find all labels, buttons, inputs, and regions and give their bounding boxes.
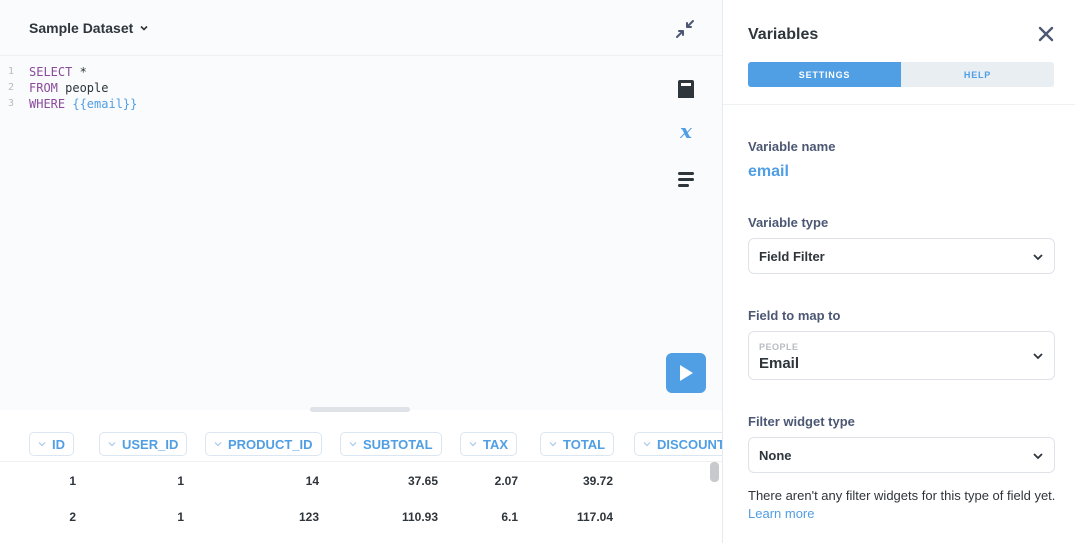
help-message: There aren't any filter widgets for this… xyxy=(748,488,1056,503)
editor-topbar: Sample Dataset xyxy=(0,0,722,56)
widget-type-label: Filter widget type xyxy=(748,414,855,429)
variable-type-label: Variable type xyxy=(748,215,829,230)
sql-variable: {{email}} xyxy=(72,97,138,111)
chevron-down-icon xyxy=(214,442,222,447)
table-cell: 1 xyxy=(69,474,76,488)
field-name-value: Email xyxy=(759,355,800,372)
code-line: 3 WHERE {{email}} xyxy=(0,96,137,112)
column-header[interactable]: DISCOUNT xyxy=(634,432,722,456)
column-label: USER_ID xyxy=(122,436,179,452)
column-label: PRODUCT_ID xyxy=(228,436,313,452)
column-header[interactable]: TAX xyxy=(460,432,518,456)
learn-more-link[interactable]: Learn more xyxy=(748,506,814,521)
query-editor-pane: Sample Dataset 1 SELECT * 2 FROM people xyxy=(0,0,722,543)
chevron-down-icon xyxy=(643,442,651,447)
column-header[interactable]: TOTAL xyxy=(540,432,615,456)
column-header[interactable]: PRODUCT_ID xyxy=(205,432,322,456)
tab-settings[interactable]: SETTINGS xyxy=(748,62,901,87)
table-cell: 37.65 xyxy=(407,474,438,488)
sql-text: * xyxy=(72,65,87,79)
table-cell: 2.07 xyxy=(494,474,518,488)
chevron-down-icon xyxy=(1033,254,1043,261)
table-cell: 123 xyxy=(298,510,319,524)
field-map-label: Field to map to xyxy=(748,308,841,323)
chevron-down-icon xyxy=(549,442,557,447)
column-label: TAX xyxy=(483,436,509,452)
dataset-label: Sample Dataset xyxy=(29,20,134,36)
column-label: DISCOUNT xyxy=(657,436,722,452)
sql-keyword: FROM xyxy=(29,81,58,95)
column-header[interactable]: USER_ID xyxy=(99,432,188,456)
column-label: TOTAL xyxy=(563,436,606,452)
editor-area[interactable]: Sample Dataset 1 SELECT * 2 FROM people xyxy=(0,0,722,410)
variable-name-value: email xyxy=(748,163,789,180)
variable-type-value: Field Filter xyxy=(759,249,825,264)
svg-text:x: x xyxy=(679,121,693,143)
vertical-scrollbar[interactable] xyxy=(710,462,719,482)
sql-text: people xyxy=(57,81,109,95)
field-map-select[interactable]: PEOPLE Email xyxy=(748,331,1055,380)
column-label: ID xyxy=(52,436,65,452)
dataset-selector[interactable]: Sample Dataset xyxy=(29,20,149,36)
column-header[interactable]: ID xyxy=(29,432,74,456)
run-query-button[interactable] xyxy=(666,353,706,393)
collapse-icon[interactable] xyxy=(674,18,696,40)
sql-keyword: WHERE xyxy=(29,97,66,111)
line-number: 2 xyxy=(7,82,14,93)
table-cell: 6.1 xyxy=(501,510,518,524)
code-line: 1 SELECT * xyxy=(0,64,137,80)
line-number: 1 xyxy=(7,66,14,77)
variables-icon[interactable]: x xyxy=(675,121,697,143)
variable-name-label: Variable name xyxy=(748,139,836,154)
sidebar-tabs: SETTINGS HELP xyxy=(748,62,1054,87)
column-header[interactable]: SUBTOTAL xyxy=(340,432,442,456)
line-number: 3 xyxy=(7,98,14,109)
sql-code[interactable]: 1 SELECT * 2 FROM people 3 WHERE {{email… xyxy=(0,64,137,112)
data-reference-icon[interactable] xyxy=(675,78,697,100)
table-cell: 1 xyxy=(177,510,184,524)
variables-sidebar: Variables SETTINGS HELP Variable name em… xyxy=(722,0,1075,543)
sidebar-title: Variables xyxy=(748,26,819,43)
chevron-down-icon xyxy=(1033,453,1043,460)
field-table-name: PEOPLE xyxy=(759,342,799,352)
help-text: There aren't any filter widgets for this… xyxy=(748,487,1060,523)
play-icon xyxy=(680,365,693,381)
table-cell: 117.04 xyxy=(576,510,613,524)
snippets-icon[interactable] xyxy=(675,168,697,190)
chevron-down-icon xyxy=(38,442,46,447)
sql-keyword: SELECT xyxy=(29,65,73,79)
table-cell: 14 xyxy=(305,474,319,488)
divider xyxy=(723,104,1075,105)
chevron-down-icon xyxy=(349,442,357,447)
results-table: ID USER_ID PRODUCT_ID SUBTOTAL TAX TOTAL… xyxy=(0,412,722,543)
chevron-down-icon xyxy=(140,25,148,31)
table-header: ID USER_ID PRODUCT_ID SUBTOTAL TAX TOTAL… xyxy=(0,412,722,462)
table-cell: 2 xyxy=(69,510,76,524)
variable-type-select[interactable]: Field Filter xyxy=(748,238,1055,274)
tab-help[interactable]: HELP xyxy=(901,62,1054,87)
table-cell: 1 xyxy=(177,474,184,488)
widget-type-value: None xyxy=(759,448,792,463)
app-root: Sample Dataset 1 SELECT * 2 FROM people xyxy=(0,0,1075,543)
chevron-down-icon xyxy=(108,442,116,447)
column-label: SUBTOTAL xyxy=(363,436,433,452)
chevron-down-icon xyxy=(469,442,477,447)
chevron-down-icon xyxy=(1033,353,1043,360)
table-cell: 39.72 xyxy=(582,474,613,488)
widget-type-select[interactable]: None xyxy=(748,437,1055,473)
close-icon[interactable] xyxy=(1038,26,1054,42)
table-cell: 110.93 xyxy=(401,510,438,524)
code-line: 2 FROM people xyxy=(0,80,137,96)
